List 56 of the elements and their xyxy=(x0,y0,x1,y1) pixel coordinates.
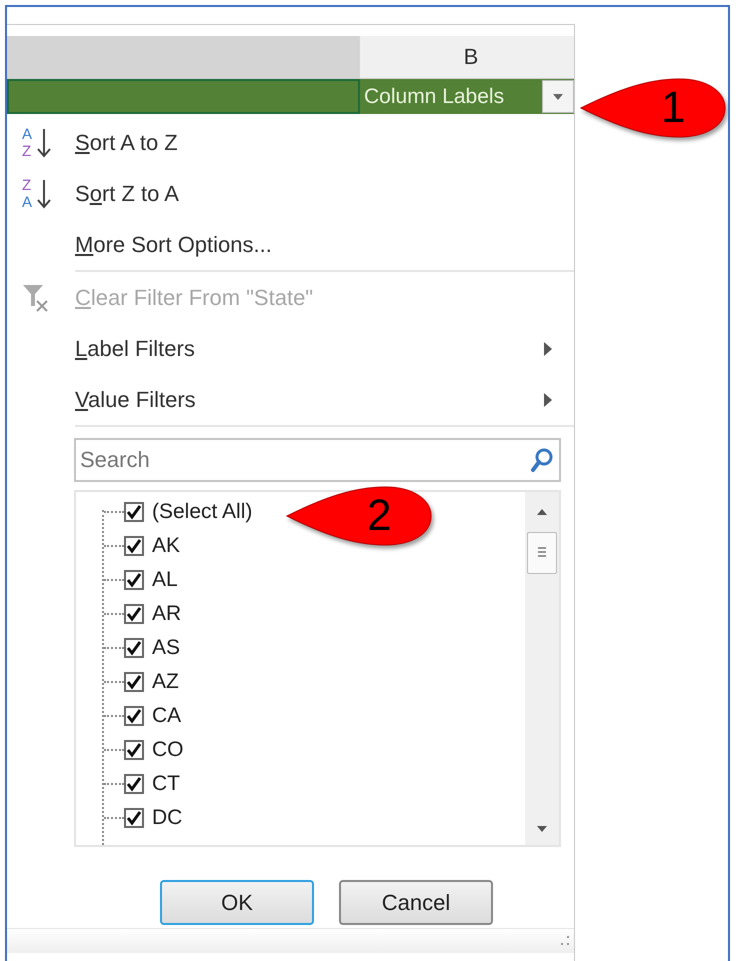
resize-grip-icon xyxy=(560,936,570,946)
menu-item-label: Clear Filter From "State" xyxy=(75,284,314,310)
filter-list-item[interactable]: AZ xyxy=(76,665,525,699)
submenu-arrow-icon xyxy=(544,392,552,406)
filter-item-label: (Select All) xyxy=(152,500,252,524)
filter-list-item[interactable]: DC xyxy=(76,801,525,835)
search-icon xyxy=(530,447,554,473)
filter-item-label: CO xyxy=(152,738,184,762)
cancel-button[interactable]: Cancel xyxy=(339,880,493,925)
menu-item[interactable]: A Z Sort A to Z xyxy=(7,117,574,168)
callout-number: 1 xyxy=(661,83,686,133)
filter-dropdown-button[interactable] xyxy=(542,80,574,113)
filter-item-label: CT xyxy=(152,772,180,796)
menu-item[interactable]: More Sort Options... xyxy=(7,219,574,270)
dropdown-arrow-icon xyxy=(552,92,564,100)
checkbox[interactable] xyxy=(124,570,144,590)
checkbox[interactable] xyxy=(124,638,144,658)
filter-item-label: DC xyxy=(152,806,182,830)
column-header: B xyxy=(462,43,480,71)
grip-lines-icon xyxy=(537,546,547,560)
checkbox[interactable] xyxy=(124,740,144,760)
filter-item-label: AZ xyxy=(152,670,179,694)
scroll-down-icon[interactable] xyxy=(536,825,548,833)
vertical-scrollbar[interactable] xyxy=(525,492,559,845)
menu-item-label: Label Filters xyxy=(75,336,196,362)
menu-item-label: More Sort Options... xyxy=(75,232,273,258)
filter-list-item[interactable]: CA xyxy=(76,699,525,733)
filter-item-label: AK xyxy=(152,534,180,558)
checkbox[interactable] xyxy=(124,502,144,522)
checkbox[interactable] xyxy=(124,774,144,794)
menu-item[interactable]: Z A Sort Z to A xyxy=(7,168,574,219)
checkbox[interactable] xyxy=(124,604,144,624)
menu-item[interactable]: Value Filters xyxy=(7,374,574,425)
ok-button[interactable]: OK xyxy=(160,880,314,925)
menu-item-label: Value Filters xyxy=(75,386,197,412)
scroll-up-icon[interactable] xyxy=(536,508,548,516)
filter-item-label: CA xyxy=(152,704,182,728)
pivot-header-cell-text: Column Labels xyxy=(363,84,506,108)
checkbox[interactable] xyxy=(124,536,144,556)
checkbox[interactable] xyxy=(124,706,144,726)
filter-list-item[interactable]: AR xyxy=(76,597,525,631)
filter-list-item[interactable]: CT xyxy=(76,767,525,801)
filter-item-label: AS xyxy=(152,636,180,660)
checkbox[interactable] xyxy=(124,808,144,828)
menu-item-label: Sort Z to A xyxy=(75,180,180,206)
submenu-arrow-icon xyxy=(544,342,552,356)
search-field[interactable]: Search xyxy=(74,438,561,482)
scroll-thumb[interactable] xyxy=(527,532,557,574)
filter-item-label: AR xyxy=(152,602,182,626)
menu-item-label: Sort A to Z xyxy=(75,130,179,156)
filter-list-item[interactable]: AS xyxy=(76,631,525,665)
filter-list-item[interactable]: AL xyxy=(76,563,525,597)
filter-list-item[interactable]: CO xyxy=(76,733,525,767)
checkbox[interactable] xyxy=(124,672,144,692)
filter-item-label: AL xyxy=(152,568,178,592)
menu-item[interactable]: Label Filters xyxy=(7,323,574,374)
